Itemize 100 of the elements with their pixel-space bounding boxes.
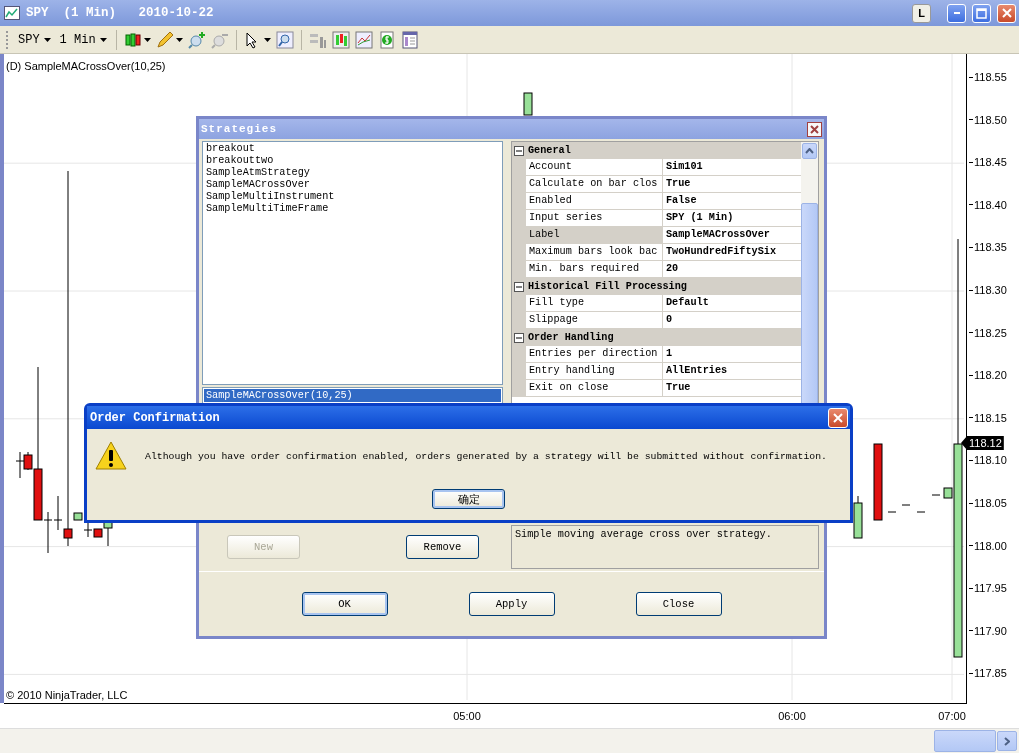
property-name[interactable]: Input series [526, 210, 663, 226]
property-value[interactable]: SPY (1 Min) [663, 210, 801, 226]
properties-button[interactable] [400, 30, 419, 49]
property-name[interactable]: Label [526, 227, 663, 243]
caret-icon [99, 37, 107, 42]
price-label: 118.35 [974, 241, 1007, 254]
price-label: 117.85 [974, 667, 1007, 680]
property-name[interactable]: Enabled [526, 193, 663, 209]
property-value[interactable]: TwoHundredFiftySix [663, 244, 801, 260]
property-value[interactable]: SampleMACrossOver [663, 227, 801, 243]
axis-tick [969, 587, 973, 589]
axis-tick [969, 289, 973, 291]
strategy-item[interactable]: SampleMACrossOver [206, 179, 499, 191]
caret-icon [43, 37, 51, 42]
property-value[interactable]: 1 [663, 346, 801, 362]
properties-icon [400, 30, 419, 49]
axis-tick [969, 545, 973, 547]
price-label: 118.40 [974, 198, 1007, 211]
instrument-dropdown[interactable]: SPY [16, 32, 53, 47]
dollar-button[interactable] [377, 30, 396, 49]
price-label: 118.50 [974, 113, 1007, 126]
property-name[interactable]: Exit on close [526, 380, 663, 396]
maximize-button[interactable] [972, 3, 991, 23]
close-icon [810, 124, 819, 134]
list-button[interactable]: Remove [406, 535, 479, 559]
caret-icon [143, 37, 151, 42]
property-name[interactable]: Min. bars required [526, 261, 663, 277]
property-value[interactable]: Sim101 [663, 159, 801, 175]
price-label: 118.05 [974, 497, 1007, 509]
property-value[interactable]: True [663, 380, 801, 396]
property-name[interactable]: Account [526, 159, 663, 175]
chart-label: (D) SampleMACrossOver(10,25) [6, 60, 166, 72]
line-chart-button[interactable] [354, 30, 373, 49]
price-label: 118.15 [974, 411, 1007, 424]
maximize-icon [976, 7, 987, 19]
zoom-in-icon [187, 30, 206, 49]
property-name[interactable]: Entry handling [526, 363, 663, 379]
dialog-button[interactable]: OK [301, 592, 388, 616]
strategy-item[interactable]: breakouttwo [206, 155, 499, 167]
axis-tick [969, 672, 973, 674]
time-label: 05:00 [453, 710, 481, 722]
property-name[interactable]: Entries per direction [526, 346, 663, 362]
strategy-item[interactable]: breakout [206, 143, 499, 155]
axis-tick [969, 502, 973, 504]
scroll-right-button[interactable] [997, 731, 1017, 751]
property-name[interactable]: Fill type [526, 295, 663, 311]
axis-tick [969, 119, 973, 121]
candle [853, 495, 863, 539]
property-name[interactable]: Maximum bars look bac [526, 244, 663, 260]
property-name[interactable]: Slippage [526, 312, 663, 328]
candlestick-button[interactable] [123, 30, 151, 49]
property-value[interactable]: AllEntries [663, 363, 801, 379]
dialog-title: Order Confirmation [90, 410, 220, 425]
collapse-icon[interactable] [514, 332, 524, 343]
magnifier-button[interactable] [275, 30, 294, 49]
axis-tick [969, 417, 973, 419]
description-text: Simple moving average cross over strategy. [511, 525, 819, 569]
property-value[interactable]: True [663, 176, 801, 192]
strategy-item[interactable]: SampleAtmStrategy [206, 167, 499, 179]
collapse-icon[interactable] [514, 145, 524, 156]
pointer-button[interactable] [243, 30, 271, 49]
horizontal-scrollbar[interactable] [0, 728, 1019, 753]
axis-tick [969, 630, 973, 632]
time-label: 07:00 [938, 710, 966, 722]
caret-icon [263, 37, 271, 42]
price-label: 117.90 [974, 624, 1007, 637]
time-label: 06:00 [778, 710, 806, 722]
strategy-item[interactable]: SampleMultiInstrument [206, 191, 499, 203]
dialog-button[interactable]: Close [635, 592, 722, 616]
strategy-item[interactable]: SampleMultiTimeFrame [206, 203, 499, 215]
close-button[interactable] [807, 121, 822, 137]
close-icon [1001, 8, 1012, 18]
zoom-in-button[interactable] [187, 30, 206, 49]
pencil-button[interactable] [155, 30, 183, 49]
property-value[interactable]: False [663, 193, 801, 209]
price-label: 118.45 [974, 156, 1007, 169]
axis-tick [969, 374, 973, 376]
pencil-icon [155, 30, 174, 49]
property-value[interactable]: 20 [663, 261, 801, 277]
candlestick-icon [123, 30, 142, 49]
axis-tick [969, 161, 973, 163]
price-label: 118.30 [974, 284, 1007, 296]
scroll-thumb[interactable] [934, 730, 996, 752]
configured-strategy-item[interactable]: SampleMACrossOver(10,25) [204, 389, 501, 402]
ok-button[interactable]: 确定 [432, 489, 505, 509]
bars-button[interactable] [331, 30, 350, 49]
collapse-icon[interactable] [514, 281, 524, 292]
minimize-button[interactable] [947, 3, 966, 23]
interval-dropdown[interactable]: 1 Min [57, 32, 109, 47]
category-header: Order Handling [528, 332, 614, 343]
property-name[interactable]: Calculate on bar clos [526, 176, 663, 192]
dialog-button[interactable]: Apply [468, 592, 555, 616]
line-chart-icon [354, 30, 373, 49]
candle [15, 451, 25, 479]
link-button[interactable]: L [912, 3, 931, 23]
scroll-up-button[interactable] [802, 143, 817, 159]
message-text: Although you have order confirmation enabled, orders generated by a strategy will be submitted without confirmation. [145, 450, 827, 462]
axis-tick [969, 204, 973, 206]
property-value[interactable]: 0 [663, 312, 801, 328]
property-value[interactable]: Default [663, 295, 801, 311]
